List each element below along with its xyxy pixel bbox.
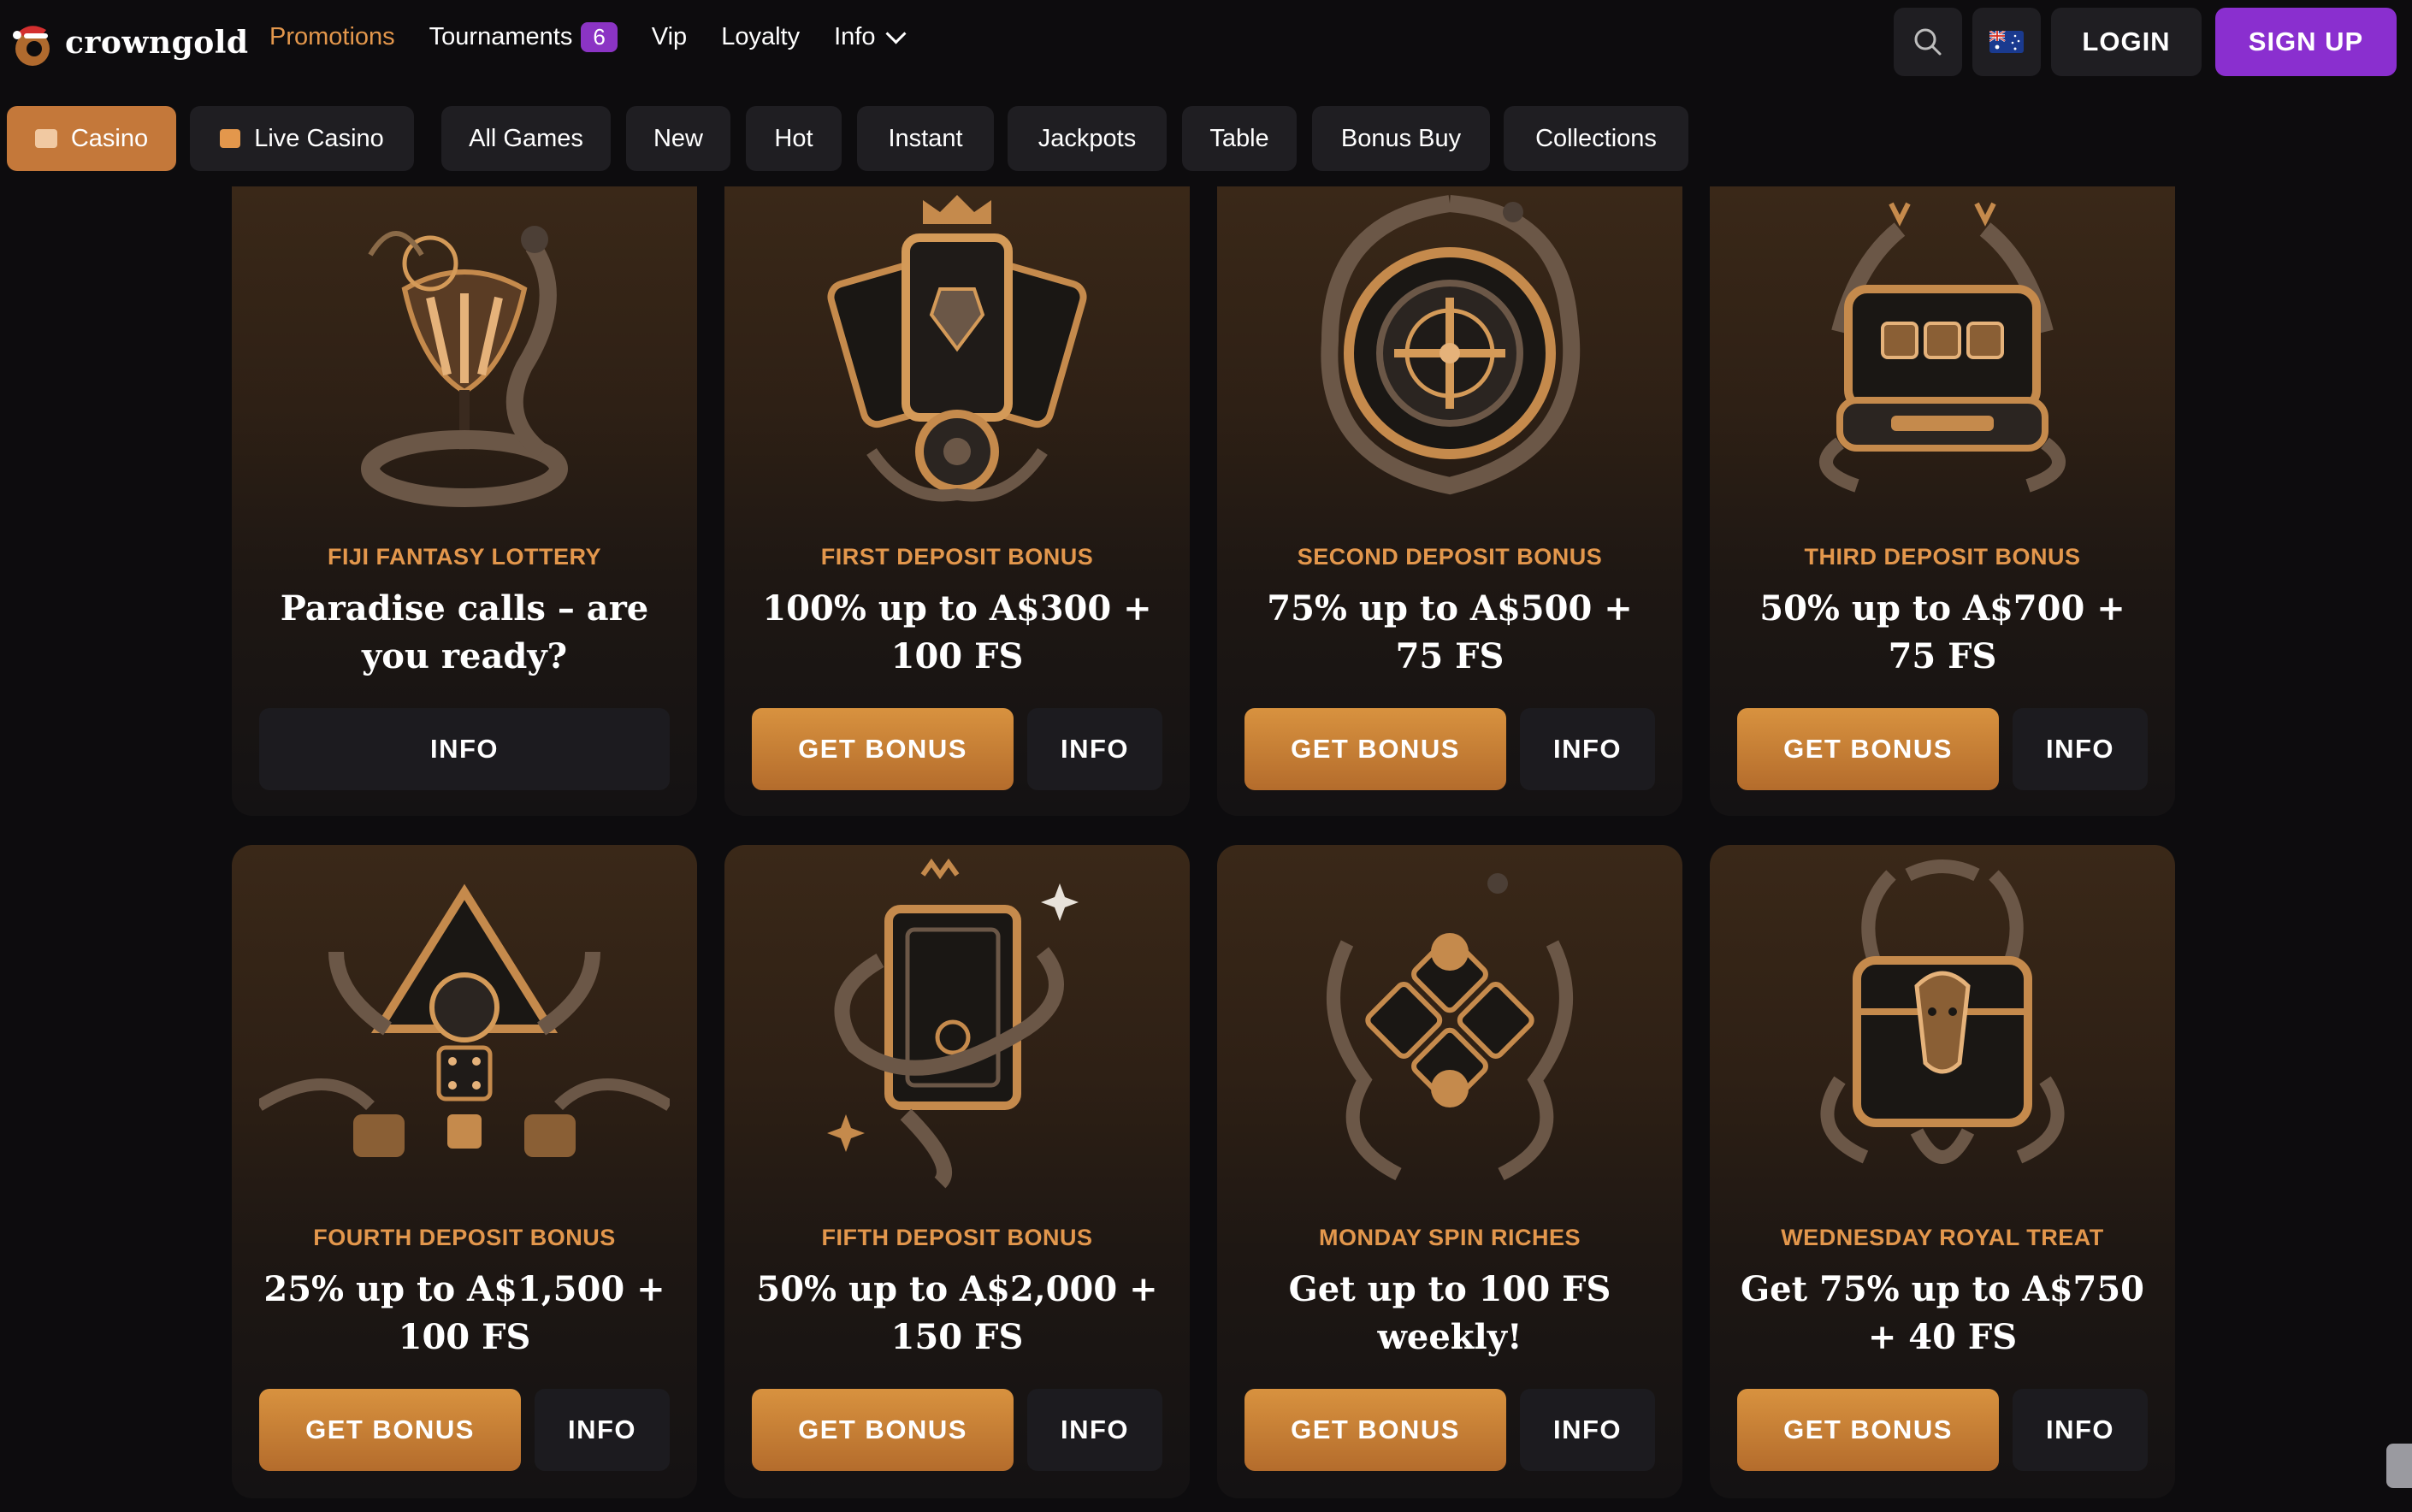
get-bonus-button[interactable]: GET BONUS [752, 708, 1014, 790]
category-hot[interactable]: Hot [746, 106, 842, 171]
australia-flag-icon [1989, 31, 2024, 53]
slot-machine-icon [1819, 202, 2066, 493]
promo-category: FIJI FANTASY LOTTERY [327, 544, 602, 570]
nav-loyalty[interactable]: Loyalty [721, 23, 800, 51]
treasure-chest-icon [1820, 859, 2065, 1164]
brand-logo[interactable]: crowngold [12, 15, 249, 70]
promo-card-first-deposit: FIRST DEPOSIT BONUS 100% up to A$300 + 1… [724, 186, 1190, 816]
promo-category: FIRST DEPOSIT BONUS [820, 544, 1094, 570]
category-casino-label: Casino [70, 124, 149, 152]
promo-headline: 100% up to A$300 + 100 FS [762, 588, 1152, 676]
info-button[interactable]: INFO [1027, 1389, 1162, 1471]
nav-info[interactable]: Info [834, 23, 907, 51]
snake-cocktail-icon [361, 226, 568, 507]
get-bonus-button[interactable]: GET BONUS [1244, 708, 1506, 790]
promo-art [1217, 853, 1682, 1196]
brand-name: crowngold [65, 25, 249, 61]
nav-promotions[interactable]: Promotions [269, 23, 395, 51]
chevron-down-icon [885, 23, 907, 44]
nav-tournaments-label: Tournaments [429, 23, 573, 50]
get-bonus-button[interactable]: GET BONUS [259, 1389, 521, 1471]
info-button[interactable]: INFO [1520, 1389, 1655, 1471]
search-button[interactable] [1894, 8, 1962, 76]
promo-art [724, 186, 1190, 529]
promo-headline: 50% up to A$2,000 + 150 FS [756, 1269, 1158, 1357]
cards-crown-icon [827, 195, 1087, 502]
promo-art [1710, 186, 2175, 529]
search-icon [1914, 28, 1942, 56]
promo-art [232, 853, 697, 1196]
promo-headline: 75% up to A$500 + 75 FS [1267, 588, 1633, 676]
category-bar: Casino Live Casino All Games New Hot Ins… [0, 106, 2412, 171]
category-live-casino-label: Live Casino [254, 124, 384, 152]
promo-card-monday-spin-riches: MONDAY SPIN RICHES Get up to 100 FS week… [1217, 845, 1682, 1498]
get-bonus-button[interactable]: GET BONUS [752, 1389, 1014, 1471]
category-casino[interactable]: Casino [7, 106, 176, 171]
top-header: crowngold Promotions Tournaments 6 Vip L… [0, 0, 2412, 84]
promo-art [232, 186, 697, 529]
promo-headline: 25% up to A$1,500 + 100 FS [263, 1269, 665, 1357]
promo-art [1217, 186, 1682, 529]
get-bonus-button[interactable]: GET BONUS [1737, 1389, 1999, 1471]
tournaments-count-badge: 6 [581, 22, 618, 52]
info-button[interactable]: INFO [1520, 708, 1655, 790]
promo-category: THIRD DEPOSIT BONUS [1804, 544, 2081, 570]
promo-category: WEDNESDAY ROYAL TREAT [1781, 1225, 2104, 1250]
scroll-to-top-button[interactable] [2386, 1444, 2412, 1488]
safe-snake-icon [827, 858, 1079, 1189]
promo-category: FOURTH DEPOSIT BONUS [313, 1225, 616, 1250]
promo-headline: 50% up to A$700 + 75 FS [1759, 588, 2125, 676]
live-casino-icon [220, 129, 241, 148]
promo-headline: Get 75% up to A$750 + 40 FS [1740, 1269, 2145, 1357]
nav-tournaments[interactable]: Tournaments 6 [429, 22, 618, 52]
language-button[interactable] [1972, 8, 2041, 76]
main-nav: Promotions Tournaments 6 Vip Loyalty Inf… [269, 22, 907, 52]
get-bonus-button[interactable]: GET BONUS [1737, 708, 1999, 790]
promo-art [724, 853, 1190, 1196]
info-button[interactable]: INFO [2013, 1389, 2148, 1471]
category-all-games[interactable]: All Games [441, 106, 611, 171]
category-live-casino[interactable]: Live Casino [190, 106, 414, 171]
category-table[interactable]: Table [1182, 106, 1297, 171]
promo-card-fiji-fantasy-lottery: FIJI FANTASY LOTTERY Paradise calls – ar… [232, 186, 697, 816]
promo-card-fifth-deposit: FIFTH DEPOSIT BONUS 50% up to A$2,000 + … [724, 845, 1190, 1498]
promo-headline: Paradise calls – are you ready? [280, 588, 649, 676]
info-button[interactable]: INFO [2013, 708, 2148, 790]
promo-category: SECOND DEPOSIT BONUS [1297, 544, 1603, 570]
signup-button[interactable]: SIGN UP [2215, 8, 2397, 76]
login-button[interactable]: LOGIN [2051, 8, 2202, 76]
info-button[interactable]: INFO [535, 1389, 670, 1471]
category-bonus-buy[interactable]: Bonus Buy [1312, 106, 1490, 171]
category-instant[interactable]: Instant [857, 106, 994, 171]
promo-category: MONDAY SPIN RICHES [1318, 1225, 1581, 1250]
nav-info-label: Info [834, 23, 876, 50]
casino-icon [34, 129, 57, 148]
diamond-dice-icon [1327, 873, 1573, 1181]
roulette-snake-icon [1321, 195, 1581, 495]
category-collections[interactable]: Collections [1504, 106, 1688, 171]
dice-shield-icon [259, 883, 670, 1157]
info-button[interactable]: INFO [1027, 708, 1162, 790]
promo-card-third-deposit: THIRD DEPOSIT BONUS 50% up to A$700 + 75… [1710, 186, 2175, 816]
promo-headline: Get up to 100 FS weekly! [1288, 1269, 1611, 1357]
promo-art [1710, 853, 2175, 1196]
info-button[interactable]: INFO [259, 708, 670, 790]
nav-vip[interactable]: Vip [652, 23, 687, 51]
promo-category: FIFTH DEPOSIT BONUS [821, 1225, 1093, 1250]
santa-hat-icon [12, 18, 56, 68]
category-jackpots[interactable]: Jackpots [1008, 106, 1167, 171]
promo-card-wednesday-royal-treat: WEDNESDAY ROYAL TREAT Get 75% up to A$75… [1710, 845, 2175, 1498]
category-new[interactable]: New [626, 106, 730, 171]
promo-card-fourth-deposit: FOURTH DEPOSIT BONUS 25% up to A$1,500 +… [232, 845, 697, 1498]
promo-card-second-deposit: SECOND DEPOSIT BONUS 75% up to A$500 + 7… [1217, 186, 1682, 816]
get-bonus-button[interactable]: GET BONUS [1244, 1389, 1506, 1471]
